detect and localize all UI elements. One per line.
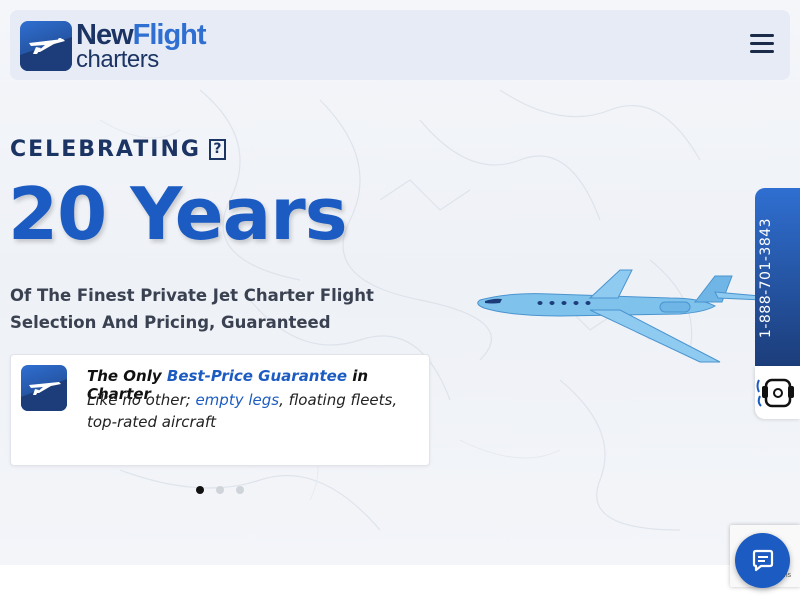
hamburger-menu-icon[interactable]: [750, 34, 774, 54]
card-title-prefix: The Only: [87, 367, 167, 385]
hero-headline: 20 Years: [8, 172, 348, 256]
headset-support-icon[interactable]: [755, 366, 800, 419]
site-header: NewFlight charters: [10, 10, 790, 80]
card-body: Like no other; empty legs, floating flee…: [87, 389, 417, 433]
carousel-dot-3[interactable]: [236, 486, 244, 494]
site-logo[interactable]: NewFlight charters: [20, 20, 207, 73]
card-body-prefix: Like no other;: [87, 391, 196, 409]
chat-bubble-icon[interactable]: [735, 533, 790, 588]
hero-section: CELEBRATING ? 20 Years Of The Finest Pri…: [0, 0, 800, 565]
logo-charters-text: charters: [76, 45, 159, 73]
empty-legs-link[interactable]: empty legs: [195, 391, 279, 409]
hero-subhead: Of The Finest Private Jet Charter Flight…: [10, 286, 374, 332]
guarantee-card[interactable]: The Only Best-Price Guarantee in Charter…: [10, 354, 430, 466]
missing-glyph-icon: ?: [208, 139, 226, 160]
logo-wordmark: NewFlight charters: [76, 20, 207, 73]
private-jet-image: [477, 269, 763, 363]
hero-eyebrow: CELEBRATING ?: [10, 137, 226, 162]
plane-badge-icon: [21, 365, 67, 411]
carousel-dot-1[interactable]: [196, 486, 204, 494]
card-title-accent: Best-Price Guarantee: [166, 367, 348, 385]
phone-number[interactable]: 1-888-701-3843: [758, 193, 774, 363]
carousel-dot-2[interactable]: [216, 486, 224, 494]
eyebrow-text: CELEBRATING: [10, 137, 201, 162]
carousel-dots: [196, 486, 244, 494]
phone-call-tab[interactable]: 1-888-701-3843: [755, 188, 800, 366]
plane-logo-icon: [20, 21, 72, 71]
